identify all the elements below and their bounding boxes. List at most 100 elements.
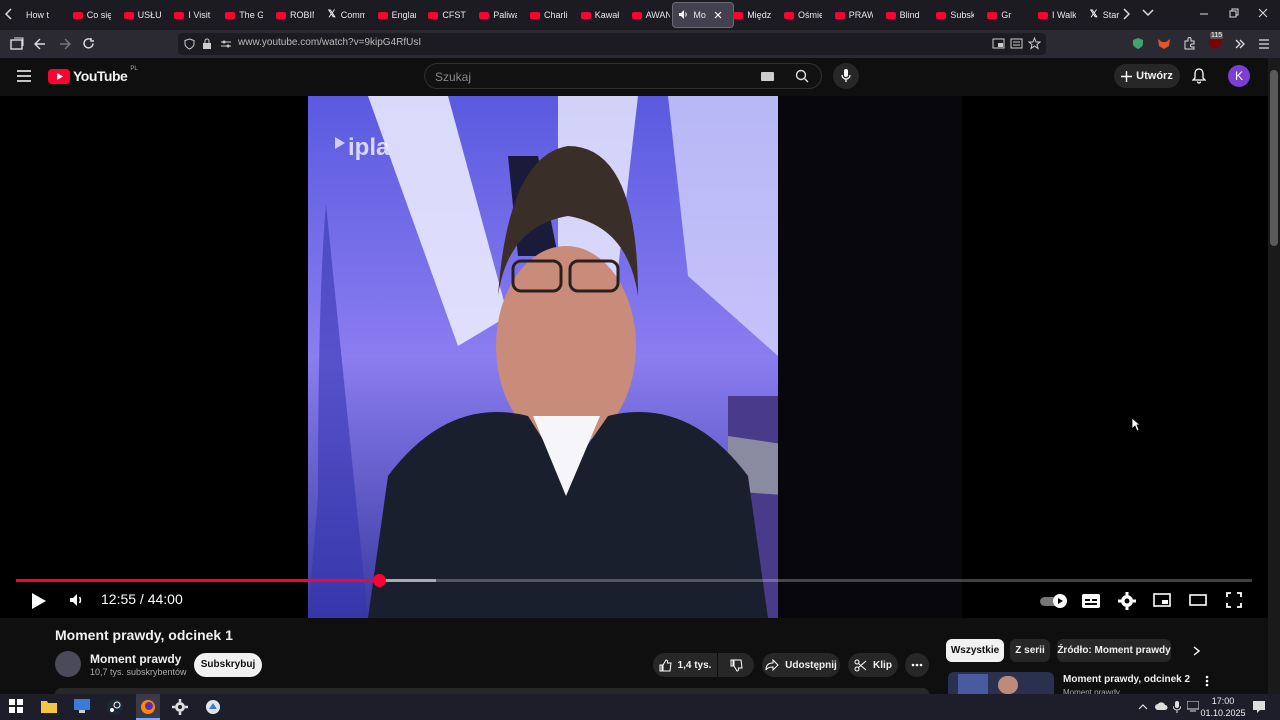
browser-tab[interactable]: Międz [727, 2, 771, 28]
tab-close-icon[interactable] [714, 11, 722, 19]
progress-bar[interactable] [16, 574, 1252, 587]
youtube-logo[interactable]: YouTube PL [48, 66, 138, 84]
miniplayer-button[interactable] [1153, 593, 1171, 607]
taskbar-clock[interactable]: 17:00 01.10.2025 [1200, 695, 1246, 719]
browser-tab[interactable]: CFSTV [422, 2, 466, 28]
volume-button[interactable] [69, 593, 85, 607]
browser-tab[interactable]: 𝕏 Comm [321, 2, 365, 28]
file-explorer-icon[interactable] [41, 699, 57, 715]
chat-app-icon[interactable] [205, 699, 221, 715]
browser-tab[interactable]: I Visit [168, 2, 212, 28]
restore-window-icon[interactable] [1229, 8, 1239, 18]
chip-series[interactable]: Z serii [1010, 639, 1050, 662]
extensions-puzzle-icon[interactable] [1183, 36, 1197, 50]
channel-avatar[interactable] [55, 651, 81, 677]
tray-chevron-up-icon[interactable] [1138, 703, 1148, 710]
browser-tab[interactable]: Mo [672, 2, 735, 28]
remote-desktop-icon[interactable] [74, 699, 90, 715]
tab-view-icon[interactable] [10, 37, 24, 51]
progress-scrubber-handle[interactable] [372, 574, 386, 587]
browser-tab[interactable]: Co się [67, 2, 111, 28]
chip-all[interactable]: Wszystkie [946, 639, 1004, 662]
app-menu-icon[interactable] [1258, 38, 1270, 50]
tabs-scroll-right-icon[interactable] [1122, 8, 1130, 20]
voice-search-button[interactable] [833, 63, 859, 89]
firefox-taskbar-button[interactable] [136, 694, 160, 720]
clip-button[interactable]: Klip [848, 653, 898, 677]
subtitles-button[interactable] [1082, 594, 1100, 608]
shield-extension-icon[interactable] [1132, 37, 1144, 50]
reader-view-icon[interactable] [1010, 38, 1023, 49]
browser-tab[interactable]: Paliwa [473, 2, 517, 28]
reload-icon[interactable] [82, 37, 95, 50]
network-monitor-icon[interactable] [1187, 701, 1199, 712]
windows-start-icon[interactable] [9, 699, 25, 715]
ublock-extension-icon[interactable]: 115 [1208, 32, 1224, 50]
close-window-icon[interactable] [1258, 8, 1268, 18]
browser-tab[interactable]: Blind [880, 2, 924, 28]
browser-tab[interactable]: 𝕏 Star [1083, 2, 1127, 28]
tab-list-chevron-down-icon[interactable] [1142, 9, 1154, 17]
hamburger-menu-icon[interactable] [17, 70, 31, 82]
notifications-bell-icon[interactable] [1192, 68, 1206, 84]
bookmark-star-icon[interactable] [1028, 37, 1041, 50]
next-video-thumbnail[interactable] [948, 672, 1054, 694]
chip-source[interactable]: Źródło: Moment prawdy [1057, 639, 1171, 662]
tracking-shield-icon[interactable] [184, 38, 195, 50]
notifications-center-icon[interactable] [1253, 701, 1265, 713]
forward-arrow-icon[interactable] [59, 38, 71, 50]
create-button[interactable]: Utwórz [1114, 64, 1180, 88]
keyboard-icon[interactable] [761, 72, 774, 81]
overflow-chevrons-icon[interactable] [1234, 38, 1246, 50]
like-button[interactable]: 1,4 tys. [653, 653, 717, 677]
page-scrollbar[interactable] [1268, 58, 1280, 694]
share-button[interactable]: Udostępnij [762, 653, 840, 677]
browser-tab[interactable]: USŁUG [118, 2, 162, 28]
browser-tab[interactable]: Kawał [575, 2, 619, 28]
dislike-button[interactable] [718, 653, 754, 677]
tabs-scroll-left-icon[interactable] [5, 8, 13, 20]
permissions-icon[interactable] [220, 39, 232, 49]
lock-icon[interactable] [202, 38, 212, 50]
youtube-icon [936, 11, 947, 19]
browser-tab[interactable]: Ośmie [778, 2, 822, 28]
autoplay-toggle[interactable] [1040, 593, 1068, 609]
onedrive-cloud-icon[interactable] [1155, 702, 1168, 711]
channel-name[interactable]: Moment prawdy [90, 652, 181, 666]
chips-next-chevron-icon[interactable] [1193, 646, 1200, 656]
scrollbar-thumb[interactable] [1270, 70, 1278, 246]
browser-tab[interactable]: Charlie [524, 2, 568, 28]
browser-tab[interactable]: Englan [372, 2, 416, 28]
account-avatar[interactable]: K [1228, 65, 1250, 87]
tray-microphone-icon[interactable] [1173, 701, 1181, 713]
next-video-title[interactable]: Moment prawdy, odcinek 2 [1063, 674, 1190, 685]
video-player[interactable]: ipla 12:55 / 44:00 [0, 96, 1268, 618]
browser-tab[interactable]: PRAW [829, 2, 873, 28]
play-button[interactable] [31, 592, 47, 610]
settings-button[interactable] [1118, 592, 1136, 610]
browser-tab[interactable]: Subsk [930, 2, 974, 28]
next-video-more-icon[interactable] [1205, 675, 1209, 687]
picture-in-picture-icon[interactable] [992, 38, 1005, 49]
settings-gear-taskbar-icon[interactable] [172, 699, 188, 715]
fullscreen-button[interactable] [1226, 592, 1242, 608]
browser-tab[interactable]: The G [219, 2, 263, 28]
clock-time: 17:00 [1211, 696, 1235, 706]
subscriber-count: 10,7 tys. subskrybentów [90, 667, 187, 677]
browser-tab[interactable]: AWAN [626, 2, 670, 28]
address-bar[interactable]: www.youtube.com/watch?v=9kipG4RfUsI [178, 33, 1046, 55]
back-arrow-icon[interactable] [34, 38, 46, 50]
browser-tab[interactable]: Gr [981, 2, 1025, 28]
browser-tab[interactable]: ROBIN [270, 2, 314, 28]
autoplay-toggle-icon [1040, 594, 1067, 608]
steam-icon[interactable] [107, 699, 123, 715]
subscribe-button[interactable]: Subskrybuj [194, 653, 262, 677]
theater-mode-button[interactable] [1189, 594, 1207, 606]
search-icon[interactable] [795, 69, 809, 83]
search-input[interactable]: Szukaj [424, 63, 822, 89]
browser-tab[interactable]: I Walk [1032, 2, 1076, 28]
fox-extension-icon[interactable] [1157, 37, 1171, 50]
browser-tab[interactable]: How t [16, 2, 60, 28]
more-actions-button[interactable] [905, 653, 929, 677]
minimize-window-icon[interactable] [1199, 8, 1209, 18]
